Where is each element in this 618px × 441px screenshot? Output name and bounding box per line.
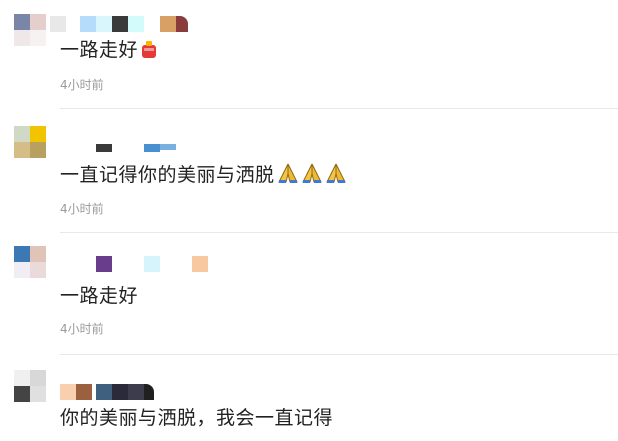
- avatar[interactable]: [14, 14, 48, 48]
- comment-timestamp: 4小时前: [60, 322, 104, 336]
- comment-timestamp: 4小时前: [60, 202, 104, 216]
- avatar[interactable]: [14, 126, 48, 160]
- comment-item: 一直记得你的美丽与洒脱 4小时前: [0, 110, 618, 233]
- username-pixelated[interactable]: [50, 16, 200, 32]
- divider: [60, 108, 618, 109]
- comment-text: 你的美丽与洒脱，我会一直记得: [60, 407, 334, 429]
- username-pixelated[interactable]: [60, 144, 190, 160]
- username-pixelated[interactable]: [60, 256, 220, 272]
- comment-item: 一路走好 4小时前: [0, 0, 618, 110]
- comment-text: 一路走好: [60, 285, 139, 307]
- fire-cracker-icon: [140, 39, 158, 65]
- comment-text: 一直记得你的美丽与洒脱: [60, 162, 347, 190]
- folded-hands-icon: [277, 162, 299, 190]
- comment-item: 一路走好 4小时前: [0, 232, 618, 355]
- folded-hands-icon: [325, 162, 347, 190]
- comment-timestamp: 4小时前: [60, 78, 104, 92]
- comment-text: 一路走好: [60, 38, 158, 65]
- avatar[interactable]: [14, 246, 48, 280]
- username-pixelated[interactable]: [60, 384, 200, 400]
- comment-item: 你的美丽与洒脱，我会一直记得: [0, 354, 618, 441]
- folded-hands-icon: [301, 162, 323, 190]
- avatar[interactable]: [14, 370, 48, 404]
